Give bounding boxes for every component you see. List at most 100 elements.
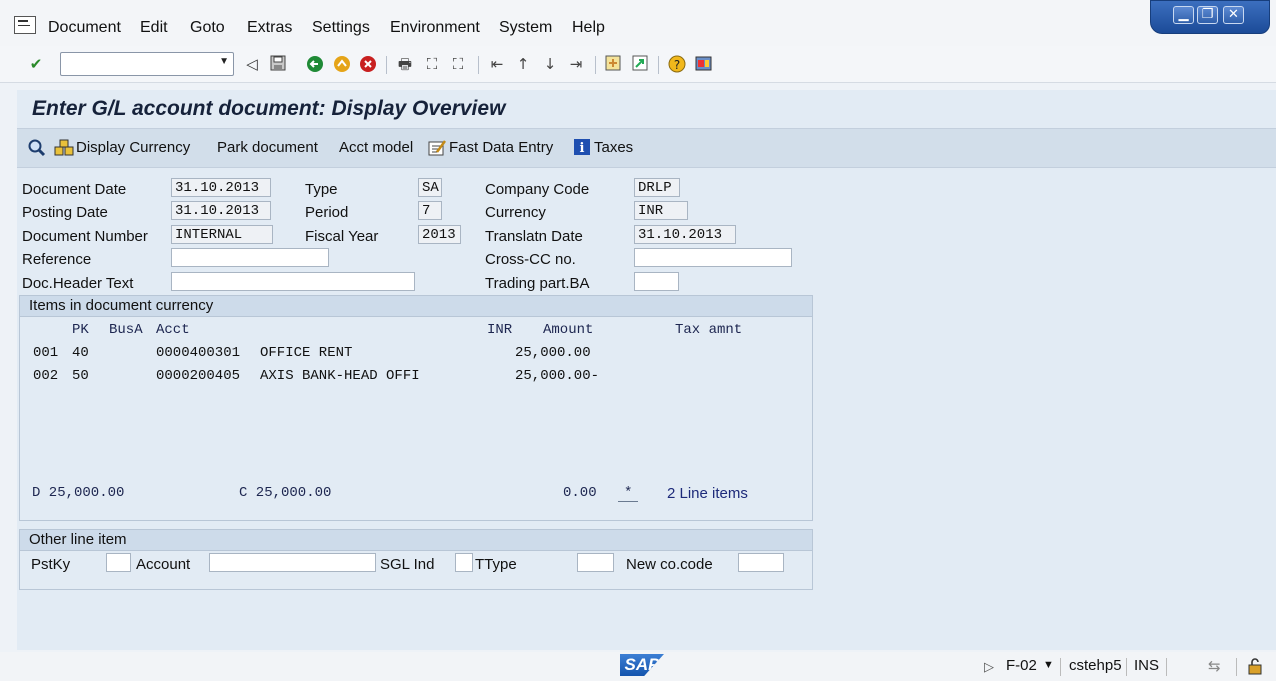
balance-value: 0.00 xyxy=(563,485,597,501)
next-page-icon[interactable]: ↓ xyxy=(540,54,560,74)
display-currency-icon xyxy=(54,138,74,162)
find-icon[interactable]: ⛶ xyxy=(422,54,442,74)
menu-help[interactable]: Help xyxy=(572,19,605,37)
menu-goto[interactable]: Goto xyxy=(190,19,225,37)
first-page-icon[interactable]: ⇤ xyxy=(487,54,507,74)
exit-icon[interactable] xyxy=(332,54,352,74)
column-currency: INR xyxy=(487,322,513,338)
command-field[interactable]: ▼ xyxy=(60,52,234,76)
magnifier-icon[interactable] xyxy=(27,138,47,162)
chevron-down-icon[interactable]: ▼ xyxy=(219,56,229,67)
document-date-field: 31.10.2013 xyxy=(171,178,271,197)
new-session-icon[interactable] xyxy=(603,54,623,74)
cross-cc-field[interactable] xyxy=(634,248,792,267)
ttype-field[interactable] xyxy=(577,553,614,572)
cross-cc-label: Cross-CC no. xyxy=(485,251,576,268)
trading-part-field[interactable] xyxy=(634,272,679,291)
server-name: cstehp5 xyxy=(1069,657,1122,674)
doc-header-text-field[interactable] xyxy=(171,272,415,291)
lock-icon[interactable] xyxy=(1246,657,1266,679)
balance-marker: * xyxy=(618,485,639,502)
period-label: Period xyxy=(305,204,349,221)
row-acct: 0000200405 xyxy=(156,368,241,384)
back-green-icon[interactable] xyxy=(305,54,325,74)
translatn-date-label: Translatn Date xyxy=(485,228,583,245)
column-acct: Acct xyxy=(156,322,190,338)
debit-total: D 25,000.00 xyxy=(32,485,125,501)
menu-system[interactable]: System xyxy=(499,19,552,37)
credit-total: C 25,000.00 xyxy=(239,485,332,501)
row-amount: 25,000.00 xyxy=(515,345,591,361)
column-amount: Amount xyxy=(543,322,594,338)
table-row[interactable]: 002 50 0000200405 AXIS BANK-HEAD OFFI 25… xyxy=(20,367,810,387)
connection-icon: ⇆ xyxy=(1208,657,1221,675)
enter-icon[interactable]: ✔ xyxy=(26,54,46,74)
row-pk: 50 xyxy=(72,368,89,384)
posting-date-label: Posting Date xyxy=(22,204,108,221)
menu-edit[interactable]: Edit xyxy=(140,19,168,37)
company-code-field: DRLP xyxy=(634,178,680,197)
fast-data-entry-button[interactable]: Fast Data Entry xyxy=(449,139,553,156)
back-nav-icon[interactable]: ◁ xyxy=(242,54,262,74)
line-items-count: 2 Line items xyxy=(667,485,748,502)
fiscal-year-field: 2013 xyxy=(418,225,461,244)
cancel-icon[interactable] xyxy=(358,54,378,74)
table-row[interactable]: 001 40 0000400301 OFFICE RENT 25,000.00 xyxy=(20,344,810,364)
info-icon: i xyxy=(573,138,591,160)
status-bar: SAP ▷ F-02 ▼ cstehp5 INS ⇆ xyxy=(0,652,1276,681)
ttype-label: TType xyxy=(475,556,517,573)
menu-environment[interactable]: Environment xyxy=(390,19,480,37)
taxes-button[interactable]: Taxes xyxy=(594,139,633,156)
menu-extras[interactable]: Extras xyxy=(247,19,292,37)
acct-model-button[interactable]: Acct model xyxy=(339,139,413,156)
column-pk: PK xyxy=(72,322,89,338)
menu-settings[interactable]: Settings xyxy=(312,19,370,37)
posting-date-field: 31.10.2013 xyxy=(171,201,271,220)
application-toolbar: Display Currency Park document Acct mode… xyxy=(17,128,1276,168)
pstky-field[interactable] xyxy=(106,553,131,572)
row-acct-name: AXIS BANK-HEAD OFFI xyxy=(260,368,420,384)
park-document-button[interactable]: Park document xyxy=(217,139,318,156)
currency-field: INR xyxy=(634,201,688,220)
column-tax-amnt: Tax amnt xyxy=(675,322,743,338)
page-title: Enter G/L account document: Display Over… xyxy=(32,97,506,120)
new-co-code-field[interactable] xyxy=(738,553,784,572)
document-date-label: Document Date xyxy=(22,181,127,198)
menu-bar: Document Edit Goto Extras Settings Envir… xyxy=(0,0,1276,46)
save-icon[interactable] xyxy=(268,54,288,74)
help-icon[interactable]: ? xyxy=(667,54,687,74)
find-next-icon[interactable]: ⛶ xyxy=(448,54,468,74)
transaction-code: F-02 xyxy=(1006,657,1037,674)
prev-page-icon[interactable]: ↑ xyxy=(513,54,533,74)
minimize-icon[interactable]: ▁ xyxy=(1173,6,1194,24)
type-field: SA xyxy=(418,178,442,197)
row-pk: 40 xyxy=(72,345,89,361)
column-busa: BusA xyxy=(109,322,143,338)
sap-menu-icon[interactable] xyxy=(14,16,36,34)
insert-mode[interactable]: INS xyxy=(1134,657,1159,674)
display-currency-button[interactable]: Display Currency xyxy=(76,139,190,156)
svg-text:i: i xyxy=(580,141,585,156)
command-field-value xyxy=(61,54,65,69)
status-expand-icon[interactable]: ▷ xyxy=(984,659,994,675)
reference-field[interactable] xyxy=(171,248,329,267)
reference-label: Reference xyxy=(22,251,92,268)
row-number: 002 xyxy=(33,368,59,384)
close-icon[interactable]: ✕ xyxy=(1223,6,1244,24)
customize-layout-icon[interactable] xyxy=(694,54,714,74)
fast-data-entry-icon xyxy=(427,138,447,162)
document-number-field: INTERNAL xyxy=(171,225,273,244)
period-field: 7 xyxy=(418,201,442,220)
sgl-ind-label: SGL Ind xyxy=(380,556,435,573)
chevron-down-icon[interactable]: ▼ xyxy=(1043,659,1054,671)
trading-part-label: Trading part.BA xyxy=(485,275,590,292)
type-label: Type xyxy=(305,181,338,198)
shortcut-icon[interactable] xyxy=(630,54,650,74)
print-icon[interactable]: 🖶 xyxy=(395,54,415,74)
sgl-ind-field[interactable] xyxy=(455,553,473,572)
menu-document[interactable]: Document xyxy=(48,19,121,37)
restore-icon[interactable]: ❐ xyxy=(1197,6,1218,24)
last-page-icon[interactable]: ⇥ xyxy=(566,54,586,74)
translatn-date-field: 31.10.2013 xyxy=(634,225,736,244)
account-field[interactable] xyxy=(209,553,376,572)
